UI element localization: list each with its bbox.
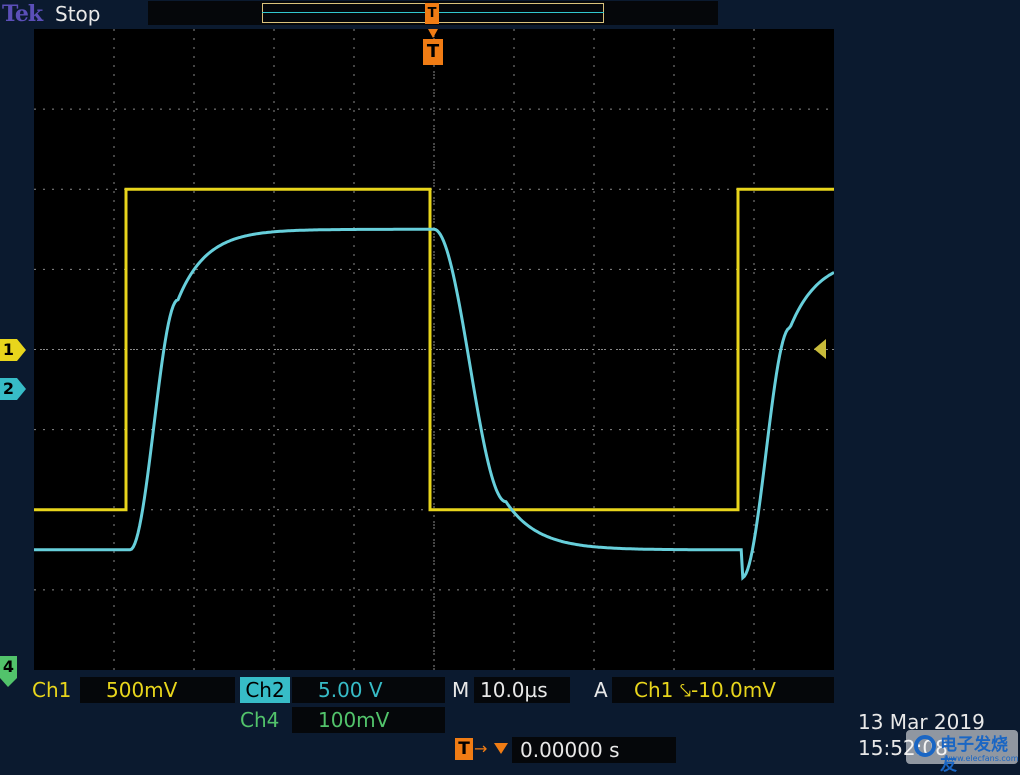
ch1-scale[interactable]: 500mV <box>80 677 235 703</box>
record-trigger-icon: T <box>425 3 439 24</box>
trigger-position-icon: T <box>455 738 473 760</box>
graticule <box>34 29 835 670</box>
trigger-level: -10.0mV <box>691 678 776 702</box>
ch4-scale[interactable]: 100mV <box>292 707 445 733</box>
trigger-position-value[interactable]: 0.00000 s <box>512 737 676 763</box>
acquisition-state: Stop <box>55 2 101 26</box>
top-status-bar: Tek Stop T <box>0 0 1020 28</box>
ch4-label[interactable]: Ch4 <box>240 707 279 733</box>
trigger-source: Ch1 <box>634 678 674 702</box>
ch2-scale[interactable]: 5.00 V <box>292 677 445 703</box>
ch2-ground-marker[interactable]: 2 <box>0 378 26 400</box>
ch1-ground-marker[interactable]: 1 <box>0 339 26 361</box>
waveform-display <box>34 29 835 670</box>
elecfans-logo-icon <box>914 735 936 757</box>
tek-logo: Tek <box>2 1 43 27</box>
timebase-value[interactable]: 10.0µs <box>474 677 570 703</box>
arrow-right-icon: → <box>474 739 488 758</box>
ch2-label[interactable]: Ch2 <box>240 677 290 703</box>
falling-edge-icon: ⤥ <box>679 678 691 702</box>
trigger-readout[interactable]: Ch1 ⤥-10.0mV <box>612 677 834 703</box>
trigger-mode-label: A <box>594 678 608 702</box>
trigger-arrow-icon <box>428 29 438 38</box>
ch4-ground-marker[interactable]: 4 <box>0 656 26 687</box>
ch1-label[interactable]: Ch1 <box>32 677 71 703</box>
trigger-level-arrow-icon[interactable] <box>814 339 826 359</box>
grid-lines <box>34 29 834 670</box>
timebase-label: M <box>452 678 470 702</box>
watermark: 电子发烧友 www.elecfans.com <box>906 730 1019 775</box>
trigger-down-arrow-icon <box>494 743 508 754</box>
watermark-url: www.elecfans.com <box>944 754 1019 763</box>
trigger-position-marker[interactable]: T <box>423 29 443 67</box>
trigger-t-icon: T <box>423 39 443 65</box>
